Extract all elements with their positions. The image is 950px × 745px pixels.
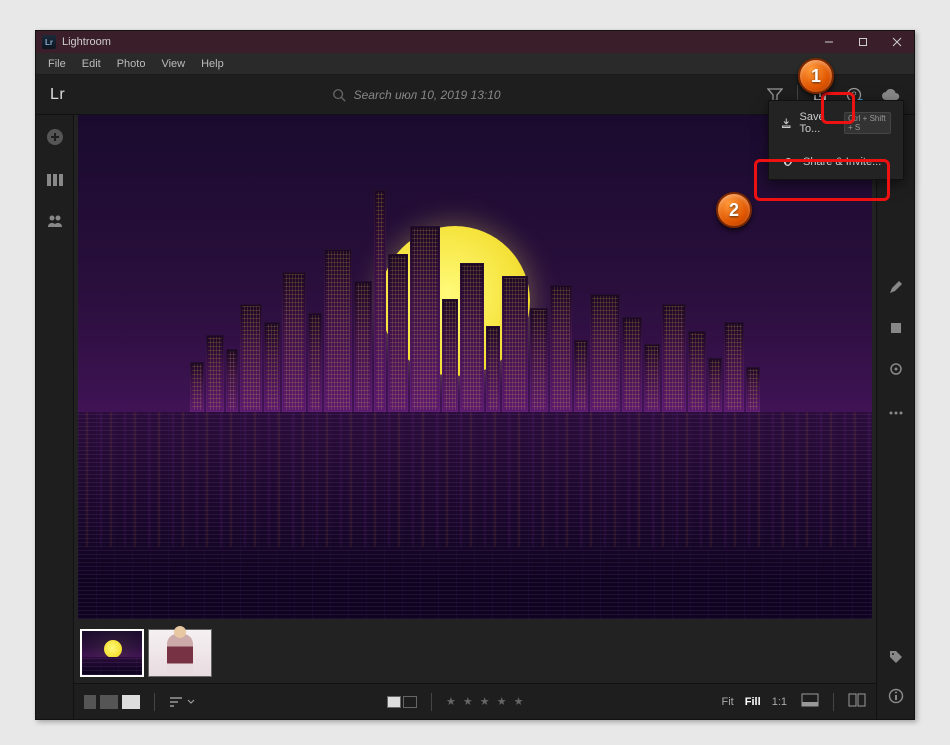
share-dropdown: Save To... Ctrl + Shift + S Share & Invi… xyxy=(768,100,904,180)
compare-toggle-button[interactable] xyxy=(848,693,866,710)
save-to-label: Save To... xyxy=(800,111,837,135)
rating-stars[interactable]: ★ ★ ★ ★ ★ xyxy=(446,695,526,708)
search-input[interactable]: Search июл 10, 2019 13:10 xyxy=(332,88,501,102)
single-view-button[interactable] xyxy=(122,695,140,709)
grid-view-button[interactable] xyxy=(100,695,118,709)
link-icon xyxy=(781,155,795,169)
menu-photo[interactable]: Photo xyxy=(109,58,154,70)
crop-button[interactable] xyxy=(888,320,904,341)
thumbnail-1[interactable] xyxy=(80,629,144,677)
save-shortcut-label: Ctrl + Shift + S xyxy=(844,112,891,134)
save-to-menu-item[interactable]: Save To... Ctrl + Shift + S xyxy=(769,101,903,145)
zoom-controls: Fit Fill 1:1 xyxy=(717,696,791,708)
sharing-button[interactable] xyxy=(46,213,64,234)
download-icon xyxy=(781,116,792,130)
bottom-toolbar: ★ ★ ★ ★ ★ Fit Fill 1:1 xyxy=(74,683,876,719)
share-invite-label: Share & Invite... xyxy=(803,156,881,168)
flag-reject-button[interactable] xyxy=(403,696,417,708)
toolbar-divider xyxy=(833,693,834,711)
svg-text:?: ? xyxy=(851,90,856,100)
grid-view-small-button[interactable] xyxy=(84,695,96,709)
my-photos-button[interactable] xyxy=(46,172,64,193)
menu-bar: File Edit Photo View Help xyxy=(36,53,914,75)
annotation-callout-1: 1 xyxy=(798,58,834,94)
menu-edit[interactable]: Edit xyxy=(74,58,109,70)
photo-canvas[interactable] xyxy=(74,115,876,623)
window-minimize-button[interactable] xyxy=(812,31,846,53)
search-icon xyxy=(332,88,346,102)
window-title: Lightroom xyxy=(62,36,111,48)
center-panel: ★ ★ ★ ★ ★ Fit Fill 1:1 xyxy=(74,115,876,719)
add-photos-button[interactable] xyxy=(45,127,65,152)
window-maximize-button[interactable] xyxy=(846,31,880,53)
flag-pick-button[interactable] xyxy=(387,696,401,708)
search-placeholder: Search июл 10, 2019 13:10 xyxy=(354,88,501,102)
thumbnail-2[interactable] xyxy=(148,629,212,677)
annotation-callout-2: 2 xyxy=(716,192,752,228)
zoom-fit-button[interactable]: Fit xyxy=(721,696,733,708)
window-close-button[interactable] xyxy=(880,31,914,53)
menu-view[interactable]: View xyxy=(153,58,193,70)
brand-logo: Lr xyxy=(50,86,65,104)
share-invite-menu-item[interactable]: Share & Invite... xyxy=(769,145,903,179)
chevron-down-icon xyxy=(187,698,195,706)
app-logo-icon: Lr xyxy=(42,35,56,49)
info-button[interactable] xyxy=(888,688,904,709)
sort-button[interactable] xyxy=(169,696,195,708)
zoom-fill-button[interactable]: Fill xyxy=(745,696,761,708)
filmstrip-toggle-button[interactable] xyxy=(801,693,819,710)
left-sidebar xyxy=(36,115,74,719)
more-button[interactable] xyxy=(888,402,904,420)
menu-help[interactable]: Help xyxy=(193,58,232,70)
filmstrip xyxy=(74,623,876,683)
toolbar-divider xyxy=(154,693,155,711)
menu-file[interactable]: File xyxy=(40,58,74,70)
right-sidebar xyxy=(876,115,914,719)
keywords-button[interactable] xyxy=(888,649,904,670)
edit-button[interactable] xyxy=(888,279,904,300)
window-titlebar: Lr Lightroom xyxy=(36,31,914,53)
heal-button[interactable] xyxy=(888,361,904,382)
zoom-1to1-button[interactable]: 1:1 xyxy=(772,696,787,708)
toolbar-divider xyxy=(431,693,432,711)
